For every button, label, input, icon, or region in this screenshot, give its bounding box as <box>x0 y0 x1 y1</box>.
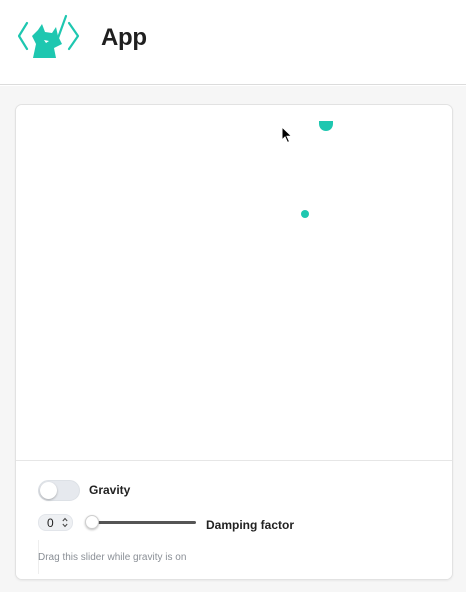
page: App Gravity 0 Damping factor Drag this s… <box>0 0 466 592</box>
gravity-toggle[interactable] <box>38 480 80 501</box>
stepper-arrows-icon[interactable] <box>62 517 68 528</box>
app-header: App <box>0 0 466 85</box>
simulation-card: Gravity 0 Damping factor Drag this slide… <box>15 104 453 580</box>
toggle-knob <box>40 482 57 499</box>
ball <box>301 210 309 218</box>
controls-panel: Gravity 0 Damping factor Drag this slide… <box>16 462 452 579</box>
help-text: Drag this slider while gravity is on <box>38 552 187 563</box>
gravity-label: Gravity <box>89 483 131 497</box>
simulation-canvas[interactable] <box>16 105 452 461</box>
damping-value: 0 <box>47 516 54 530</box>
damping-slider-track[interactable] <box>92 521 196 524</box>
app-title: App <box>101 24 147 51</box>
damping-stepper[interactable]: 0 <box>38 514 73 531</box>
ball <box>319 121 333 131</box>
mouse-pointer-icon <box>281 126 293 144</box>
damping-label: Damping factor <box>206 518 295 532</box>
fox-code-logo-icon <box>18 14 80 58</box>
damping-slider-thumb[interactable] <box>85 515 99 529</box>
